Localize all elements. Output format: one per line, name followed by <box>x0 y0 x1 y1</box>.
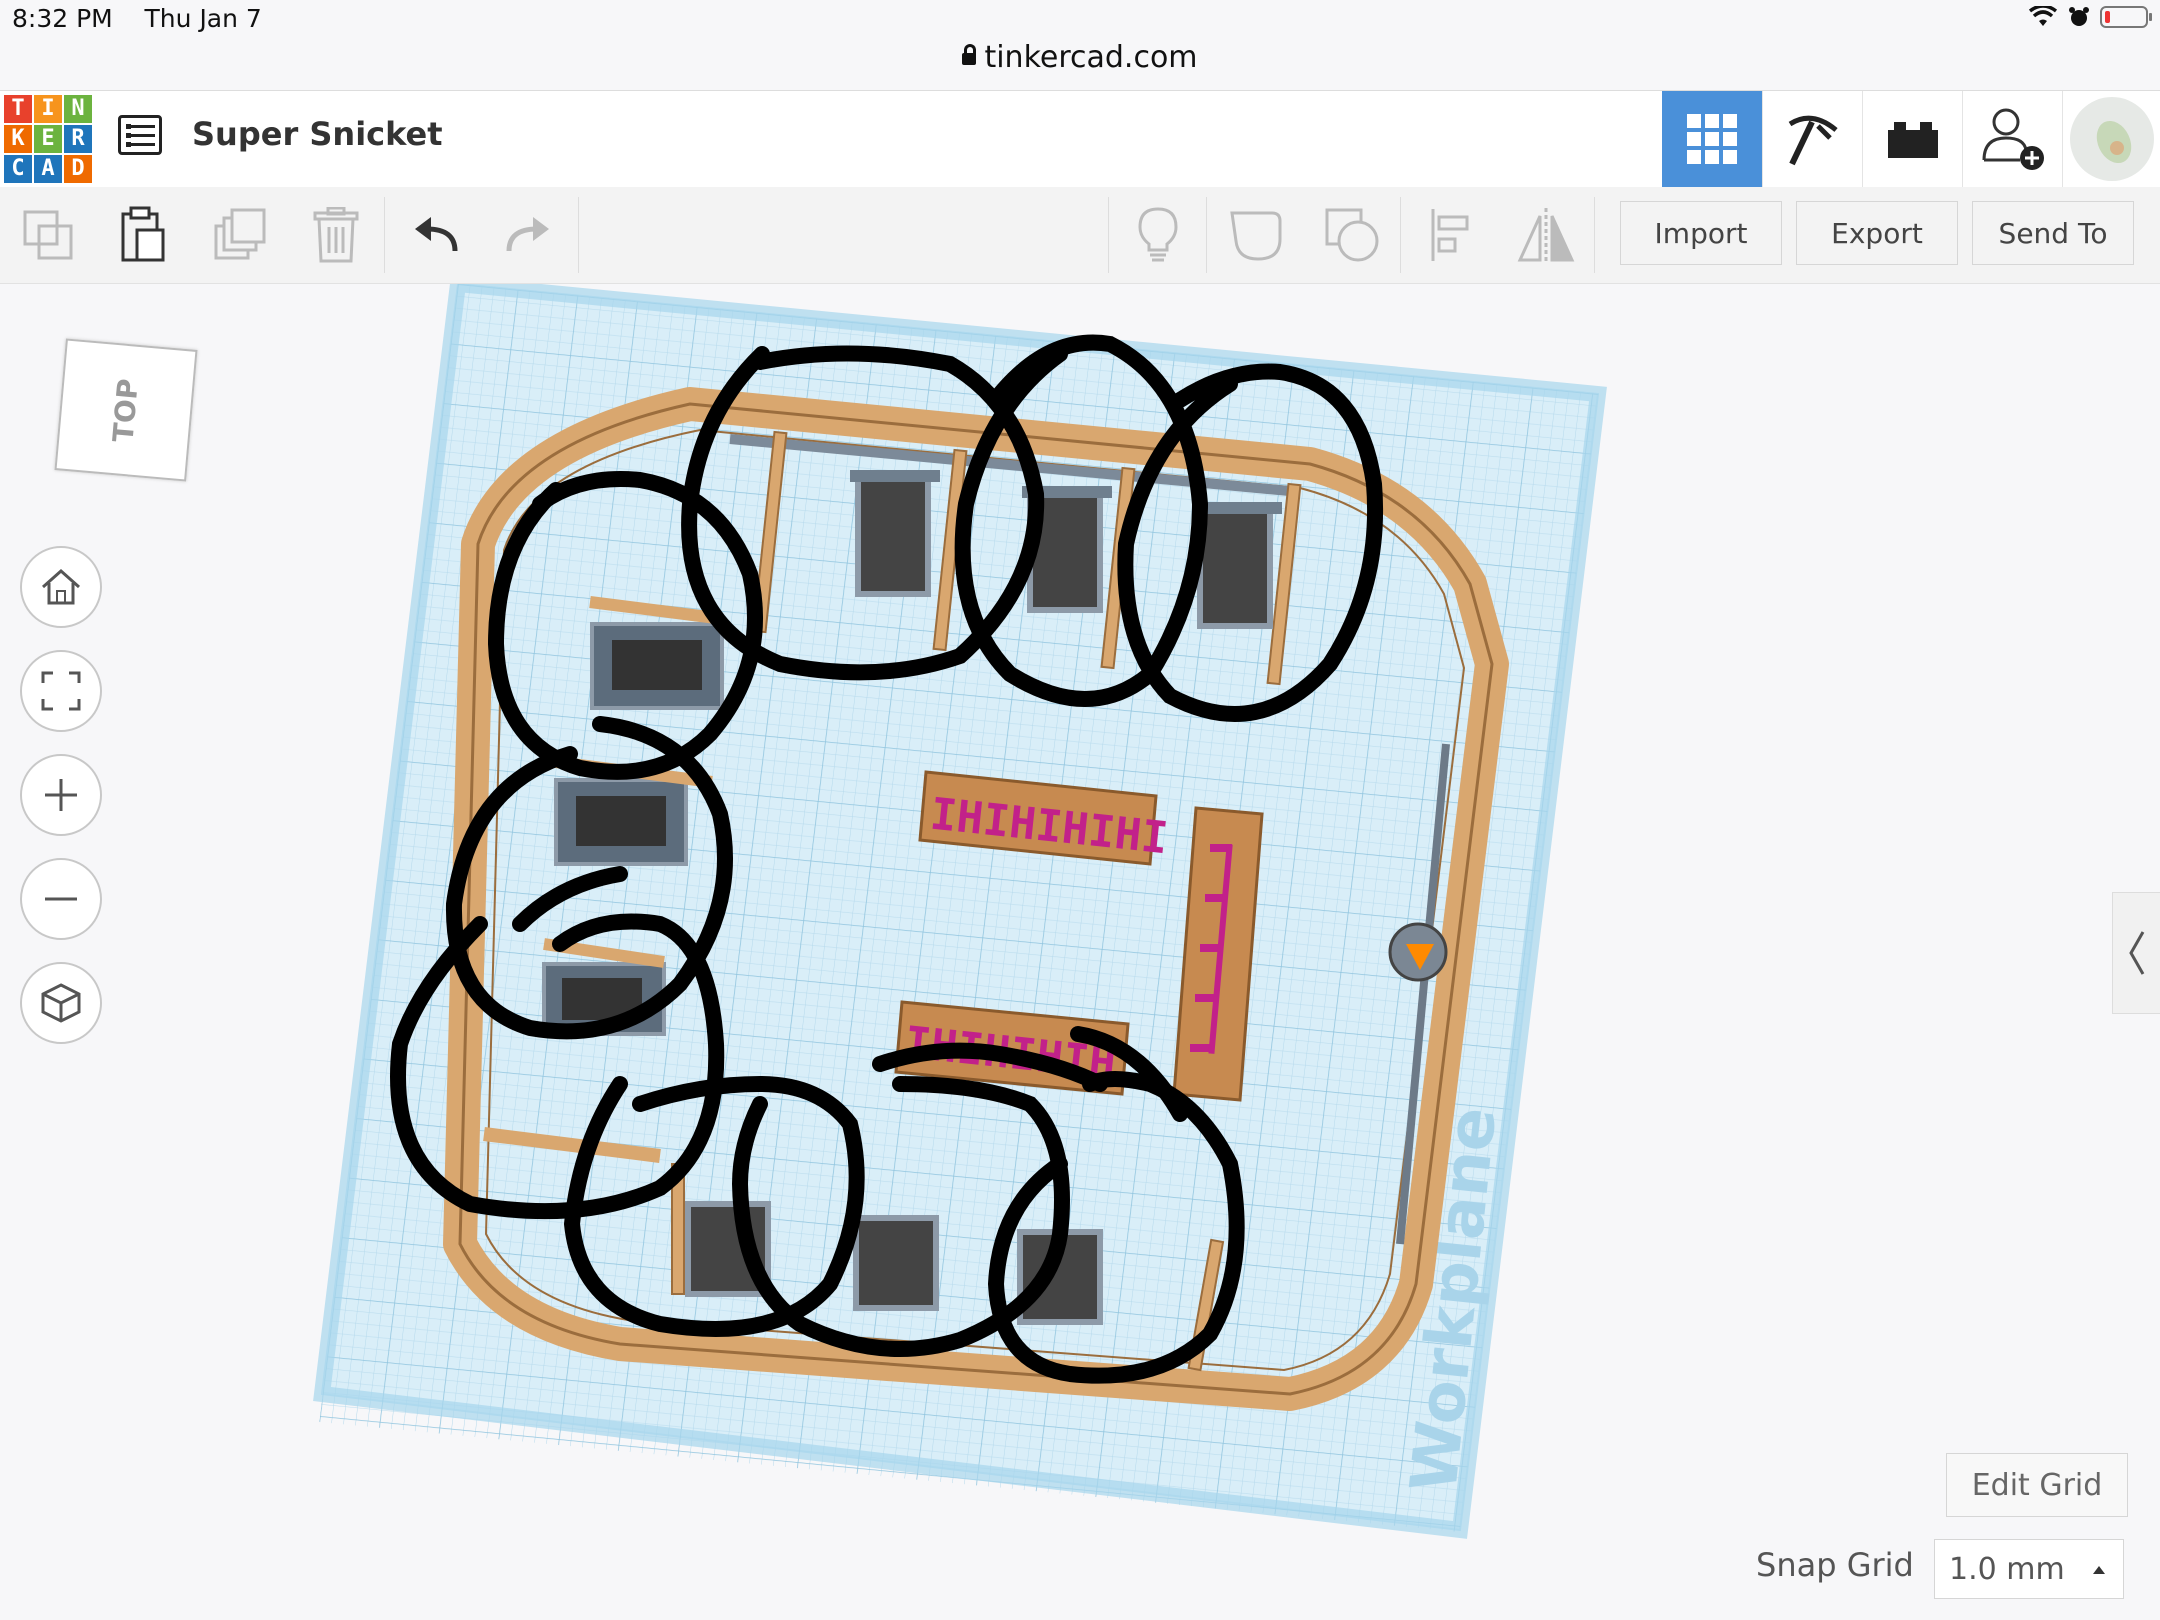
status-time: 8:32 PM <box>12 4 113 33</box>
url-bar[interactable]: tinkercad.com <box>0 40 2160 75</box>
bricks-icon <box>1887 122 1938 158</box>
fit-view-button[interactable] <box>20 650 102 732</box>
invite-user-icon <box>1982 108 2044 170</box>
panel-collapse-tab[interactable] <box>2112 892 2160 1014</box>
avatar <box>2069 97 2154 181</box>
design-list-icon[interactable] <box>118 115 162 155</box>
zoom-in-icon <box>45 779 77 811</box>
delete-button[interactable] <box>288 187 384 283</box>
logo-letter: A <box>34 155 62 183</box>
paste-button[interactable] <box>96 187 192 283</box>
send-to-button[interactable]: Send To <box>1972 201 2134 265</box>
redo-button[interactable] <box>482 187 578 283</box>
battery-icon <box>2100 6 2152 28</box>
logo-letter: D <box>64 155 92 183</box>
logo-letter: I <box>34 95 62 123</box>
edit-toolbar: Import Export Send To <box>0 187 2160 284</box>
shape-note-icon <box>1230 211 1282 261</box>
door-object[interactable] <box>1388 922 1448 982</box>
duplicate-icon <box>214 208 266 260</box>
home-view-button[interactable] <box>20 546 102 628</box>
3d-view-grid-icon <box>1687 114 1737 164</box>
ios-status-bar: 8:32 PM Thu Jan 7 tinkercad.com <box>0 0 2160 90</box>
wifi-icon <box>2028 6 2058 26</box>
codeblocks-pickaxe-icon <box>1788 115 1838 166</box>
workplane-scene[interactable]: Workplane IHIHIHIHI IHIHIHIH <box>0 284 2160 1620</box>
redo-icon <box>506 217 549 252</box>
status-date: Thu Jan 7 <box>144 4 262 33</box>
logo-letter: E <box>34 125 62 153</box>
paste-icon <box>121 206 165 262</box>
undo-button[interactable] <box>386 187 482 283</box>
fit-view-icon <box>41 671 81 711</box>
snap-grid-select[interactable]: 1.0 mm <box>1934 1539 2124 1599</box>
copy-button[interactable] <box>0 187 96 283</box>
align-button[interactable] <box>1402 187 1498 283</box>
chevron-left-icon <box>2129 931 2145 975</box>
avatar-button[interactable] <box>2062 91 2160 187</box>
codeblocks-button[interactable] <box>1762 91 1862 187</box>
zoom-out-button[interactable] <box>20 858 102 940</box>
copy-icon <box>23 210 73 260</box>
logo-letter: T <box>4 95 32 123</box>
logo-letter: C <box>4 155 32 183</box>
delete-icon <box>313 207 359 263</box>
perspective-icon <box>41 983 81 1023</box>
logo-letter: R <box>64 125 92 153</box>
3d-view-button[interactable] <box>1662 91 1762 187</box>
undo-icon <box>415 217 458 252</box>
align-icon <box>1431 209 1469 261</box>
mirror-icon <box>1517 208 1575 262</box>
tinkercad-logo[interactable]: TIN KER CAD <box>4 95 92 183</box>
zoom-out-icon <box>45 897 77 901</box>
home-icon <box>42 568 80 605</box>
3d-canvas[interactable]: Workplane IHIHIHIHI IHIHIHIH TOP Edit Gr… <box>0 284 2160 1620</box>
logo-letter: N <box>64 95 92 123</box>
lightbulb-icon <box>1138 207 1178 262</box>
snap-grid-label: Snap Grid <box>1756 1546 1914 1584</box>
edit-grid-button[interactable]: Edit Grid <box>1946 1453 2128 1517</box>
alarm-icon <box>2069 7 2089 26</box>
invite-button[interactable] <box>1962 91 2062 187</box>
logo-letter: K <box>4 125 32 153</box>
group-button[interactable] <box>1304 187 1400 283</box>
url-text: tinkercad.com <box>984 40 1198 75</box>
document-title[interactable]: Super Snicket <box>192 115 443 153</box>
export-button[interactable]: Export <box>1796 201 1958 265</box>
duplicate-button[interactable] <box>192 187 288 283</box>
lock-icon <box>962 44 977 65</box>
viewcube[interactable]: TOP <box>54 338 198 482</box>
mirror-button[interactable] <box>1498 187 1594 283</box>
app-header: TIN KER CAD Super Snicket <box>0 90 2160 188</box>
group-icon <box>1325 208 1379 262</box>
bricks-button[interactable] <box>1862 91 1962 187</box>
shape-note-button[interactable] <box>1208 187 1304 283</box>
viewcube-label: TOP <box>106 376 146 444</box>
import-button[interactable]: Import <box>1620 201 1782 265</box>
perspective-button[interactable] <box>20 962 102 1044</box>
hint-button[interactable] <box>1110 187 1206 283</box>
zoom-in-button[interactable] <box>20 754 102 836</box>
